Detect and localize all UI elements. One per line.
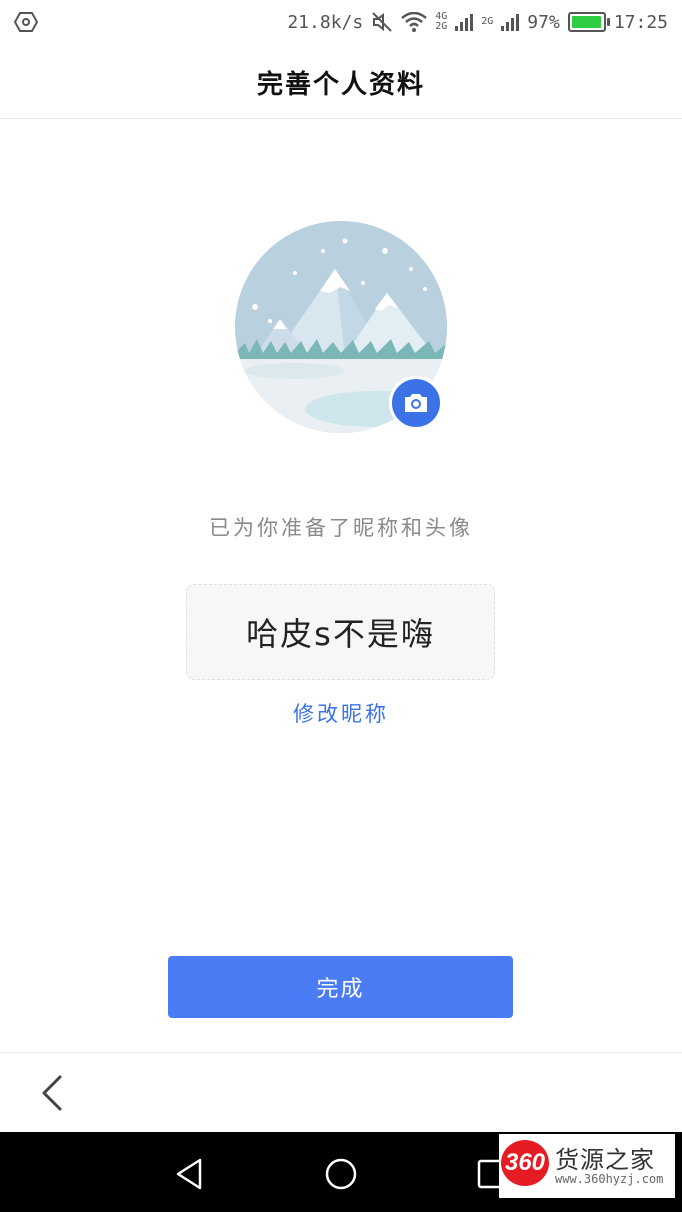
battery-percent: 97% [527,11,560,33]
nickname-text: 哈皮s不是嗨 [246,615,435,653]
watermark: 360 货源之家 www.360hyzj.com [499,1134,675,1198]
camera-icon [405,394,427,412]
triangle-back-icon[interactable] [170,1154,210,1194]
page-title: 完善个人资料 [256,70,425,100]
network-2g-a: 2G [435,21,448,32]
nickname-box: 哈皮s不是嗨 [186,584,495,680]
clock: 17:25 [613,11,668,33]
hint-text: 已为你准备了昵称和头像 [209,516,473,540]
watermark-name: 货源之家 [555,1146,655,1174]
network-type-4g-2g: 4G 2G [435,12,447,32]
watermark-url: www.360hyzj.com [555,1172,664,1186]
status-bar: 21.8k/s 4G 2G 2G 97% 17:25 [0,0,682,46]
signal-icon [455,13,474,31]
battery-icon [567,12,610,32]
bottom-bar [0,1052,682,1133]
watermark-badge: 360 [501,1140,549,1186]
signal-icon-2 [501,13,520,31]
mute-icon [372,12,392,32]
chevron-left-icon[interactable] [36,1073,72,1113]
wifi-icon [401,12,428,32]
circle-home-icon[interactable] [321,1154,361,1194]
status-right: 21.8k/s 4G 2G 2G 97% 17:25 [287,8,668,36]
network-speed: 21.8k/s [287,11,364,33]
title-bar: 完善个人资料 [0,46,682,119]
change-avatar-button[interactable] [389,376,443,430]
edit-nickname-link[interactable]: 修改昵称 [0,698,682,728]
done-button[interactable]: 完成 [168,956,513,1018]
hexagon-icon [14,12,38,32]
network-2g-b: 2G [481,16,494,27]
